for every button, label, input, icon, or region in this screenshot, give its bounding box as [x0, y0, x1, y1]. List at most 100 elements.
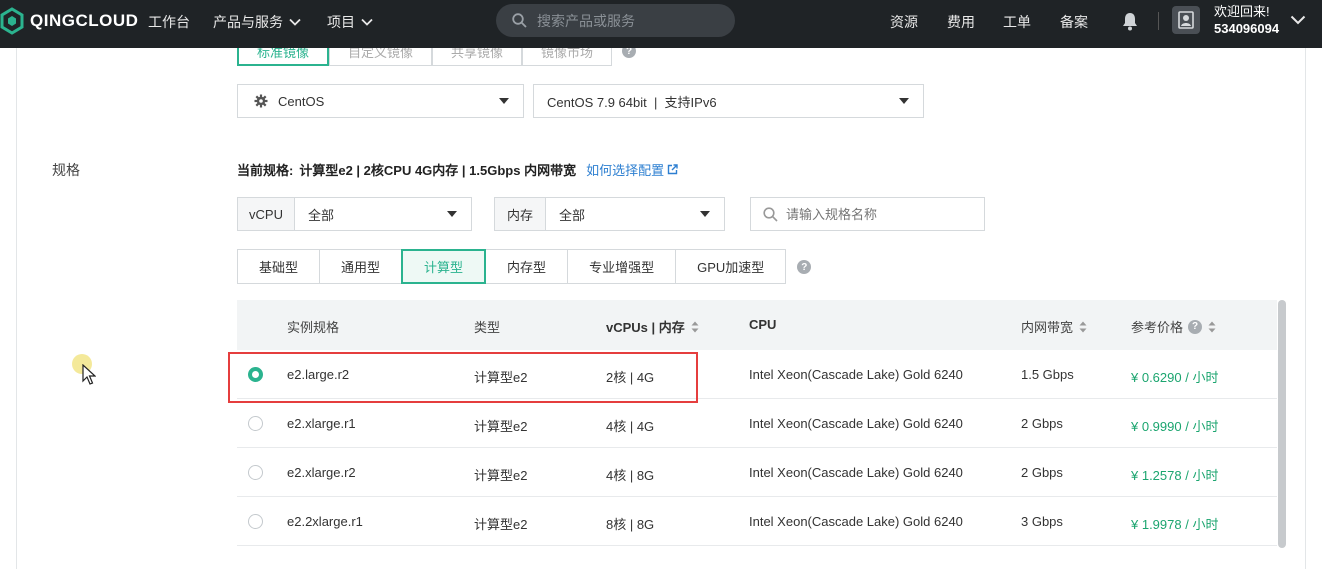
table-header: 实例规格 类型 vCPUs | 内存 CPU 内网带宽 参考价格 ? [237, 300, 1277, 350]
sort-icon [1208, 321, 1216, 332]
cell-vcpu-memory: 8核 | 8G [606, 517, 655, 532]
divider [1158, 12, 1159, 30]
nav-projects-label: 项目 [327, 14, 355, 30]
cell-vcpu-memory: 4核 | 4G [606, 419, 655, 434]
row-radio[interactable] [248, 514, 263, 529]
caret-down-icon [499, 98, 509, 104]
table-row[interactable]: e2.xlarge.r2 计算型e2 4核 | 8G Intel Xeon(Ca… [237, 448, 1277, 497]
chevron-down-icon [361, 18, 373, 26]
cell-price: ¥ 1.2578 / 小时 [1131, 468, 1219, 483]
vcpu-filter-select[interactable]: 全部 [294, 197, 472, 231]
vcpu-filter-value: 全部 [308, 207, 335, 223]
user-avatar[interactable] [1172, 6, 1200, 34]
cell-cpu: Intel Xeon(Cascade Lake) Gold 6240 [749, 465, 963, 480]
cell-price: ¥ 0.9990 / 小时 [1131, 419, 1219, 434]
user-info[interactable]: 欢迎回来! 534096094 [1214, 3, 1279, 37]
global-search-input[interactable] [537, 12, 717, 29]
mouse-pointer-icon [82, 364, 96, 385]
chevron-down-icon [289, 18, 301, 26]
header-bandwidth-label: 内网带宽 [1021, 320, 1074, 335]
nav-tickets[interactable]: 工单 [1003, 12, 1031, 32]
row-radio[interactable] [248, 465, 263, 480]
nav-projects[interactable]: 项目 [327, 12, 373, 32]
user-avatar-icon [1178, 11, 1194, 29]
table-row[interactable]: e2.xlarge.r1 计算型e2 4核 | 4G Intel Xeon(Ca… [237, 399, 1277, 448]
os-select[interactable]: CentOS [237, 84, 524, 118]
selection-highlight-box [228, 352, 698, 403]
tab-memory[interactable]: 内存型 [485, 249, 569, 284]
how-to-choose-label: 如何选择配置 [586, 163, 665, 178]
logo[interactable]: QINGCLOUD [0, 6, 138, 36]
nav-billing[interactable]: 费用 [947, 12, 975, 32]
global-search-box[interactable] [496, 4, 735, 37]
how-to-choose-link[interactable]: 如何选择配置 [586, 160, 678, 179]
spec-search-box[interactable] [750, 197, 985, 231]
header-type: 类型 [474, 320, 501, 335]
sort-icon [691, 321, 699, 332]
current-spec-value: 计算型e2 | 2核CPU 4G内存 | 1.5Gbps 内网带宽 [299, 163, 577, 178]
nav-workbench-label: 工作台 [148, 14, 190, 30]
cell-type: 计算型e2 [474, 517, 528, 532]
help-icon[interactable]: ? [797, 260, 812, 274]
content-border-left [16, 48, 17, 569]
header-price[interactable]: 参考价格 ? [1131, 317, 1216, 336]
row-radio[interactable] [248, 416, 263, 431]
vcpu-filter-label: vCPU [237, 197, 295, 231]
cell-instance-spec: e2.xlarge.r2 [287, 465, 356, 480]
cell-vcpu-memory: 4核 | 8G [606, 468, 655, 483]
nav-resources[interactable]: 资源 [890, 12, 918, 32]
os-select-value: CentOS [278, 93, 325, 109]
search-icon [763, 206, 778, 222]
nav-workbench[interactable]: 工作台 [148, 12, 190, 32]
logo-text: QINGCLOUD [30, 11, 139, 30]
header-price-label: 参考价格 [1131, 320, 1184, 335]
cell-price: ¥ 0.6290 / 小时 [1131, 370, 1219, 385]
nav-products-services[interactable]: 产品与服务 [213, 12, 301, 32]
user-greeting: 欢迎回来! [1214, 4, 1270, 19]
spec-search-input[interactable] [786, 206, 976, 222]
header-vcpu-memory-label: vCPUs | 内存 [606, 320, 685, 335]
chevron-down-icon[interactable] [1290, 15, 1306, 25]
memory-filter-value: 全部 [559, 207, 586, 223]
tab-gpu[interactable]: GPU加速型 [675, 249, 787, 284]
caret-down-icon [447, 211, 457, 217]
header-bandwidth[interactable]: 内网带宽 [1021, 317, 1087, 336]
os-version-select[interactable]: CentOS 7.9 64bit | 支持IPv6 [533, 84, 924, 118]
table-scrollbar[interactable] [1278, 300, 1286, 548]
header-cpu: CPU [749, 317, 777, 332]
sort-icon [1079, 321, 1087, 332]
tab-compute[interactable]: 计算型 [401, 249, 487, 284]
current-spec: 当前规格: 计算型e2 | 2核CPU 4G内存 | 1.5Gbps 内网带宽 … [237, 160, 678, 179]
header-vcpu-memory[interactable]: vCPUs | 内存 [606, 317, 699, 336]
cell-bandwidth: 2 Gbps [1021, 416, 1063, 431]
content-border-right [1305, 48, 1306, 569]
tab-enhanced[interactable]: 专业增强型 [567, 249, 677, 284]
tab-general[interactable]: 通用型 [319, 249, 403, 284]
memory-filter-select[interactable]: 全部 [545, 197, 725, 231]
gear-icon [254, 94, 268, 108]
search-icon [512, 13, 527, 28]
table-row[interactable]: e2.2xlarge.r1 计算型e2 8核 | 8G Intel Xeon(C… [237, 497, 1277, 546]
instance-spec-table: 实例规格 类型 vCPUs | 内存 CPU 内网带宽 参考价格 ? e2.la… [237, 300, 1277, 546]
bell-icon[interactable] [1121, 11, 1139, 31]
help-icon[interactable]: ? [1188, 319, 1203, 334]
cell-type: 计算型e2 [474, 419, 528, 434]
qingcloud-logo-icon [0, 7, 24, 35]
cell-bandwidth: 3 Gbps [1021, 514, 1063, 529]
user-id: 534096094 [1214, 21, 1280, 36]
cell-cpu: Intel Xeon(Cascade Lake) Gold 6240 [749, 416, 963, 431]
cell-instance-spec: e2.xlarge.r1 [287, 416, 356, 431]
current-spec-prefix: 当前规格: [237, 163, 294, 178]
cell-instance-spec: e2.2xlarge.r1 [287, 514, 363, 529]
nav-products-label: 产品与服务 [213, 14, 283, 30]
header-instance-spec: 实例规格 [287, 320, 340, 335]
os-version-value: CentOS 7.9 64bit | 支持IPv6 [547, 94, 717, 110]
external-link-icon [667, 164, 678, 175]
tab-basic[interactable]: 基础型 [237, 249, 321, 284]
spec-section-label: 规格 [52, 162, 80, 178]
cell-type: 计算型e2 [474, 468, 528, 483]
cell-bandwidth: 2 Gbps [1021, 465, 1063, 480]
caret-down-icon [899, 98, 909, 104]
memory-filter-label: 内存 [494, 197, 546, 231]
nav-icp-filing[interactable]: 备案 [1060, 12, 1088, 32]
